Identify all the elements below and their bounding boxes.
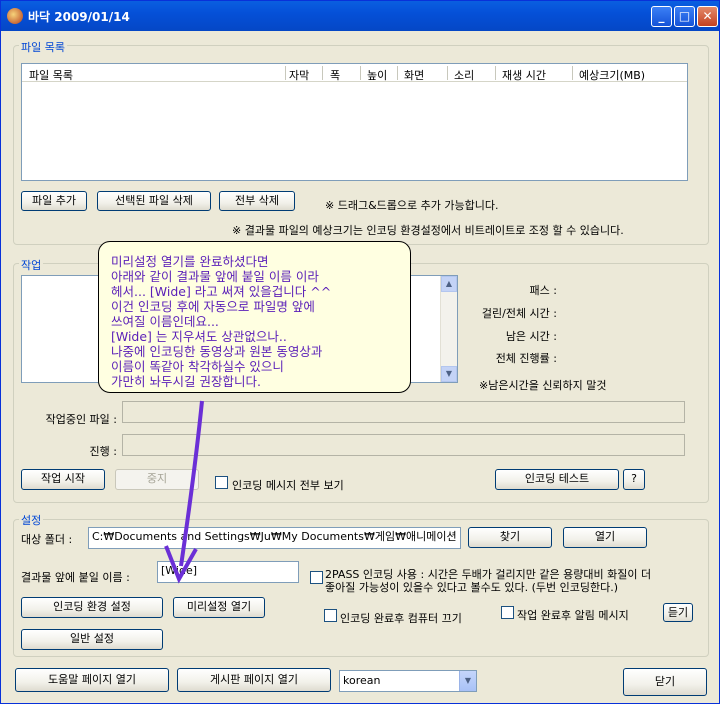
target-folder-label: 대상 폴더 :	[21, 533, 73, 546]
pass-label: 패스 :	[529, 284, 557, 297]
prefix-label: 결과물 앞에 붙일 이름 :	[21, 571, 130, 584]
main-window: 바닥 2009/01/14 _ □ ✕ 파일 목록 파일 목록 자막 폭 높이 …	[0, 0, 720, 704]
column-screen[interactable]: 화면	[404, 67, 424, 83]
work-group-label: 작업	[19, 257, 44, 273]
instruction-callout: 미리설정 열기를 완료하셨다면 아래와 같이 결과물 앞에 붙일 이름 이라 헤…	[98, 241, 411, 393]
current-file-field	[122, 401, 685, 423]
file-list-group-label: 파일 목록	[19, 39, 67, 55]
column-height[interactable]: 높이	[367, 67, 387, 83]
start-work-button[interactable]: 작업 시작	[21, 469, 105, 490]
remaining-label: 남은 시간 :	[505, 330, 557, 343]
maximize-button[interactable]: □	[674, 6, 695, 27]
scroll-down-icon[interactable]: ▼	[441, 366, 457, 382]
app-icon	[7, 8, 23, 24]
callout-line: 쓰여질 이름인데요...	[111, 314, 219, 329]
title-bar[interactable]: 바닥 2009/01/14 _ □ ✕	[1, 1, 719, 31]
file-list-view[interactable]: 파일 목록 자막 폭 높이 화면 소리 재생 시간 예상크기(MB)	[21, 63, 688, 181]
file-list-header: 파일 목록 자막 폭 높이 화면 소리 재생 시간 예상크기(MB)	[22, 64, 687, 82]
callout-line: [Wide] 는 지우셔도 상관없으나..	[111, 329, 287, 344]
encoding-env-button[interactable]: 인코딩 환경 설정	[21, 597, 163, 618]
prefix-field[interactable]: [Wide]	[157, 561, 299, 583]
open-folder-button[interactable]: 열기	[563, 527, 647, 548]
show-all-messages-checkbox[interactable]	[215, 476, 228, 489]
progress-bar	[122, 434, 685, 456]
progress-row-label: 진행 :	[89, 445, 117, 458]
callout-line: 아래와 같이 결과물 앞에 붙일 이름 이라	[111, 269, 319, 284]
listen-button[interactable]: 듣기	[663, 603, 693, 622]
size-note: ※ 결과물 파일의 예상크기는 인코딩 환경설정에서 비트레이트로 조정 할 수…	[232, 224, 624, 237]
remaining-time-note: ※남은시간을 신뢰하지 말것	[479, 379, 607, 392]
drag-drop-note: ※ 드래그&드롭으로 추가 가능합니다.	[325, 199, 499, 212]
column-width[interactable]: 폭	[330, 67, 340, 83]
alarm-checkbox[interactable]	[501, 606, 514, 619]
target-folder-field[interactable]: C:₩Documents and Settings₩Ju₩My Document…	[88, 527, 461, 549]
current-file-label: 작업중인 파일 :	[45, 413, 117, 426]
help-question-button[interactable]: ?	[623, 469, 645, 490]
delete-selected-button[interactable]: 선택된 파일 삭제	[97, 191, 211, 211]
chevron-down-icon[interactable]: ▼	[459, 671, 476, 691]
shutdown-checkbox[interactable]	[324, 609, 337, 622]
find-folder-button[interactable]: 찾기	[468, 527, 552, 548]
show-all-messages-label: 인코딩 메시지 전부 보기	[232, 479, 344, 492]
callout-line: 이건 인코딩 후에 자동으로 파일명 앞에	[111, 299, 315, 314]
two-pass-checkbox[interactable]	[310, 571, 323, 584]
language-select[interactable]: korean ▼	[339, 670, 477, 692]
general-settings-button[interactable]: 일반 설정	[21, 629, 163, 650]
preset-open-button[interactable]: 미리설정 열기	[173, 597, 265, 618]
close-button[interactable]: 닫기	[623, 668, 707, 696]
callout-line: 나중에 인코딩한 동영상과 원본 동영상과	[111, 344, 323, 359]
help-page-button[interactable]: 도움말 페이지 열기	[15, 668, 169, 692]
column-file-list[interactable]: 파일 목록	[29, 67, 73, 83]
language-select-value: korean	[343, 674, 381, 687]
callout-line: 가만히 놔두시길 권장합니다.	[111, 374, 261, 389]
window-title: 바닥 2009/01/14	[28, 10, 130, 24]
overall-progress-label: 전체 진행률 :	[495, 352, 557, 365]
callout-line: 미리설정 열기를 완료하셨다면	[111, 254, 269, 269]
column-duration[interactable]: 재생 시간	[502, 67, 546, 83]
callout-line: 헤서... [Wide] 라고 써져 있을겁니다 ^^	[111, 284, 332, 299]
stop-button[interactable]: 중지	[115, 469, 199, 490]
column-expected-size[interactable]: 예상크기(MB)	[579, 67, 645, 83]
alarm-label: 작업 완료후 알림 메시지	[517, 609, 629, 622]
close-window-button[interactable]: ✕	[697, 6, 718, 27]
column-audio[interactable]: 소리	[454, 67, 474, 83]
board-page-button[interactable]: 게시판 페이지 열기	[177, 668, 331, 692]
add-file-button[interactable]: 파일 추가	[21, 191, 87, 211]
callout-line: 이름이 똑같아 착각하실수 있으니	[111, 359, 284, 374]
settings-group-label: 설정	[19, 512, 44, 528]
two-pass-label-line2: 좋아질 가능성이 있을수 있다고 볼수도 있다. (두번 인코딩한다.)	[325, 581, 619, 594]
encoding-test-button[interactable]: 인코딩 테스트	[495, 469, 619, 490]
column-subtitle[interactable]: 자막	[289, 67, 309, 83]
elapsed-label: 걸린/전체 시간 :	[481, 307, 557, 320]
minimize-button[interactable]: _	[651, 6, 672, 27]
shutdown-label: 인코딩 완료후 컴퓨터 끄기	[340, 612, 462, 625]
delete-all-button[interactable]: 전부 삭제	[219, 191, 295, 211]
